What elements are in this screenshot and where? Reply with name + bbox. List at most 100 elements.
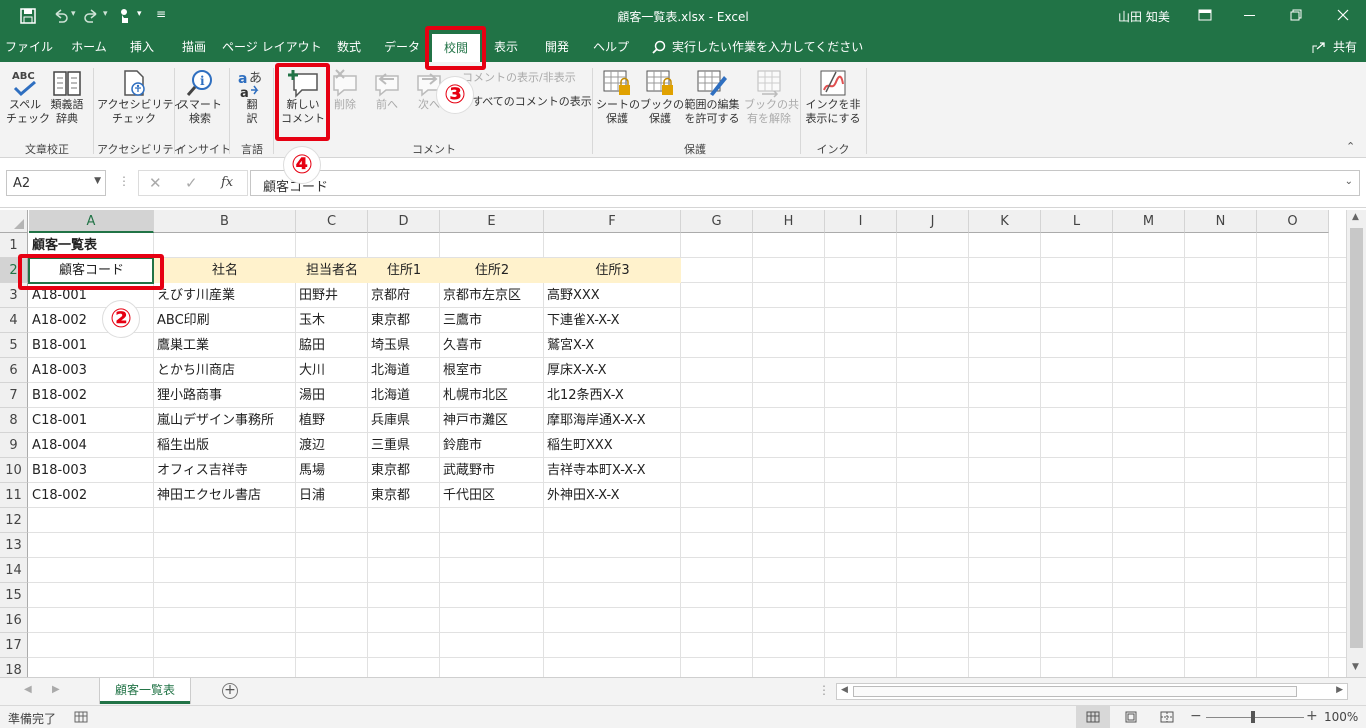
- cell-e8[interactable]: 神戸市灘区: [440, 408, 544, 433]
- zoom-out-icon[interactable]: −: [1190, 708, 1202, 724]
- page-break-view-icon[interactable]: [1160, 711, 1174, 723]
- delete-comment-button[interactable]: 削除: [328, 68, 362, 112]
- cell-d11[interactable]: 東京都: [368, 483, 440, 508]
- scroll-left-icon[interactable]: ◀: [841, 685, 848, 695]
- column-header-l[interactable]: L: [1041, 210, 1113, 233]
- ribbon-display-options-icon[interactable]: [1198, 9, 1212, 21]
- cell-f4[interactable]: 下連雀X-X-X: [544, 308, 681, 333]
- cell-a11[interactable]: C18-002: [29, 483, 154, 508]
- scroll-up-icon[interactable]: ▲: [1352, 212, 1359, 222]
- save-icon[interactable]: [20, 8, 36, 24]
- horizontal-scrollbar[interactable]: ◀ ▶: [836, 683, 1348, 700]
- row-header-14[interactable]: 14: [0, 558, 28, 583]
- row-header-13[interactable]: 13: [0, 533, 28, 558]
- cancel-icon[interactable]: ✕: [149, 174, 162, 192]
- row-header-11[interactable]: 11: [0, 483, 28, 508]
- row-header-4[interactable]: 4: [0, 308, 28, 333]
- zoom-in-icon[interactable]: +: [1306, 708, 1318, 724]
- scroll-right-icon[interactable]: ▶: [1336, 685, 1343, 695]
- column-header-e[interactable]: E: [440, 210, 544, 233]
- redo-dropdown-icon[interactable]: ▾: [103, 9, 108, 19]
- cell-f8[interactable]: 摩耶海岸通X-X-X: [544, 408, 681, 433]
- tab-split-handle-icon[interactable]: ⋮: [818, 683, 830, 697]
- minimize-icon[interactable]: [1244, 15, 1255, 16]
- cell-b4[interactable]: ABC印刷: [154, 308, 296, 333]
- cell-c4[interactable]: 玉木: [296, 308, 368, 333]
- customize-qat-icon[interactable]: ≡: [156, 7, 166, 21]
- tab-insert[interactable]: 挿入: [116, 32, 168, 62]
- cell-b2[interactable]: 社名: [154, 258, 296, 283]
- restore-icon[interactable]: [1290, 9, 1302, 21]
- cell-a5[interactable]: B18-001: [29, 333, 154, 358]
- column-header-a[interactable]: A: [29, 210, 154, 233]
- column-header-o[interactable]: O: [1257, 210, 1329, 233]
- cell-c11[interactable]: 日浦: [296, 483, 368, 508]
- column-header-j[interactable]: J: [897, 210, 969, 233]
- row-header-9[interactable]: 9: [0, 433, 28, 458]
- scroll-down-icon[interactable]: ▼: [1352, 662, 1359, 672]
- cell-d8[interactable]: 兵庫県: [368, 408, 440, 433]
- normal-view-button[interactable]: [1076, 706, 1110, 728]
- row-header-18[interactable]: 18: [0, 658, 28, 677]
- share-button[interactable]: 共有: [1330, 32, 1360, 62]
- tab-page-layout[interactable]: ページ レイアウト: [222, 32, 322, 62]
- unshare-workbook-button[interactable]: ブックの共 有を解除: [744, 68, 799, 126]
- cell-b9[interactable]: 稲生出版: [154, 433, 296, 458]
- spelling-button[interactable]: ABC スペル チェック: [6, 68, 50, 126]
- cell-f3[interactable]: 高野XXX: [544, 283, 681, 308]
- macro-record-icon[interactable]: [74, 711, 88, 723]
- cell-c6[interactable]: 大川: [296, 358, 368, 383]
- cell-d6[interactable]: 北海道: [368, 358, 440, 383]
- allow-edit-ranges-button[interactable]: 範囲の編集 を許可する: [682, 68, 742, 126]
- cell-f11[interactable]: 外神田X-X-X: [544, 483, 681, 508]
- tab-view[interactable]: 表示: [484, 32, 528, 62]
- cell-e4[interactable]: 三鷹市: [440, 308, 544, 333]
- name-box-dropdown-icon[interactable]: ▼: [94, 176, 101, 186]
- cell-c10[interactable]: 馬場: [296, 458, 368, 483]
- cell-c8[interactable]: 植野: [296, 408, 368, 433]
- page-layout-view-icon[interactable]: [1124, 711, 1138, 723]
- cell-e9[interactable]: 鈴鹿市: [440, 433, 544, 458]
- cell-e6[interactable]: 根室市: [440, 358, 544, 383]
- touch-dropdown-icon[interactable]: ▾: [137, 9, 142, 19]
- thesaurus-button[interactable]: 類義語 辞典: [46, 68, 88, 126]
- formula-input[interactable]: 顧客コード ⌄: [250, 170, 1360, 196]
- tab-formulas[interactable]: 数式: [324, 32, 374, 62]
- protect-sheet-button[interactable]: シートの 保護: [596, 68, 640, 126]
- column-header-d[interactable]: D: [368, 210, 440, 233]
- cell-e2[interactable]: 住所2: [440, 258, 544, 283]
- cell-b8[interactable]: 嵐山デザイン事務所: [154, 408, 296, 433]
- cell-f10[interactable]: 吉祥寺本町X-X-X: [544, 458, 681, 483]
- row-header-16[interactable]: 16: [0, 608, 28, 633]
- smart-lookup-button[interactable]: i スマート 検索: [178, 68, 222, 126]
- column-header-f[interactable]: F: [544, 210, 681, 233]
- expand-formula-bar-icon[interactable]: ⌄: [1345, 176, 1353, 187]
- collapse-ribbon-icon[interactable]: ⌃: [1346, 140, 1355, 153]
- cell-c2[interactable]: 担当者名: [296, 258, 368, 283]
- insert-function-icon[interactable]: fx: [221, 175, 233, 190]
- tab-draw[interactable]: 描画: [168, 32, 220, 62]
- column-header-m[interactable]: M: [1113, 210, 1185, 233]
- cell-f5[interactable]: 鷲宮X-X: [544, 333, 681, 358]
- cell-a9[interactable]: A18-004: [29, 433, 154, 458]
- tab-data[interactable]: データ: [376, 32, 428, 62]
- add-sheet-icon[interactable]: +: [222, 683, 238, 699]
- row-header-17[interactable]: 17: [0, 633, 28, 658]
- sheet-tab-active[interactable]: 顧客一覧表: [100, 678, 190, 704]
- cell-a10[interactable]: B18-003: [29, 458, 154, 483]
- row-header-8[interactable]: 8: [0, 408, 28, 433]
- cell-b7[interactable]: 狸小路商事: [154, 383, 296, 408]
- row-header-12[interactable]: 12: [0, 508, 28, 533]
- hide-ink-button[interactable]: インクを非 表示にする: [804, 68, 862, 126]
- row-header-10[interactable]: 10: [0, 458, 28, 483]
- cell-d9[interactable]: 三重県: [368, 433, 440, 458]
- next-sheet-icon[interactable]: ▶: [52, 684, 60, 695]
- protect-workbook-button[interactable]: ブックの 保護: [640, 68, 684, 126]
- column-header-h[interactable]: H: [753, 210, 825, 233]
- zoom-slider-thumb[interactable]: [1251, 711, 1255, 723]
- cell-b10[interactable]: オフィス吉祥寺: [154, 458, 296, 483]
- cell-c5[interactable]: 脇田: [296, 333, 368, 358]
- name-box[interactable]: A2 ▼: [6, 170, 106, 196]
- select-all-button[interactable]: [0, 210, 28, 233]
- previous-comment-button[interactable]: 前へ: [368, 68, 406, 112]
